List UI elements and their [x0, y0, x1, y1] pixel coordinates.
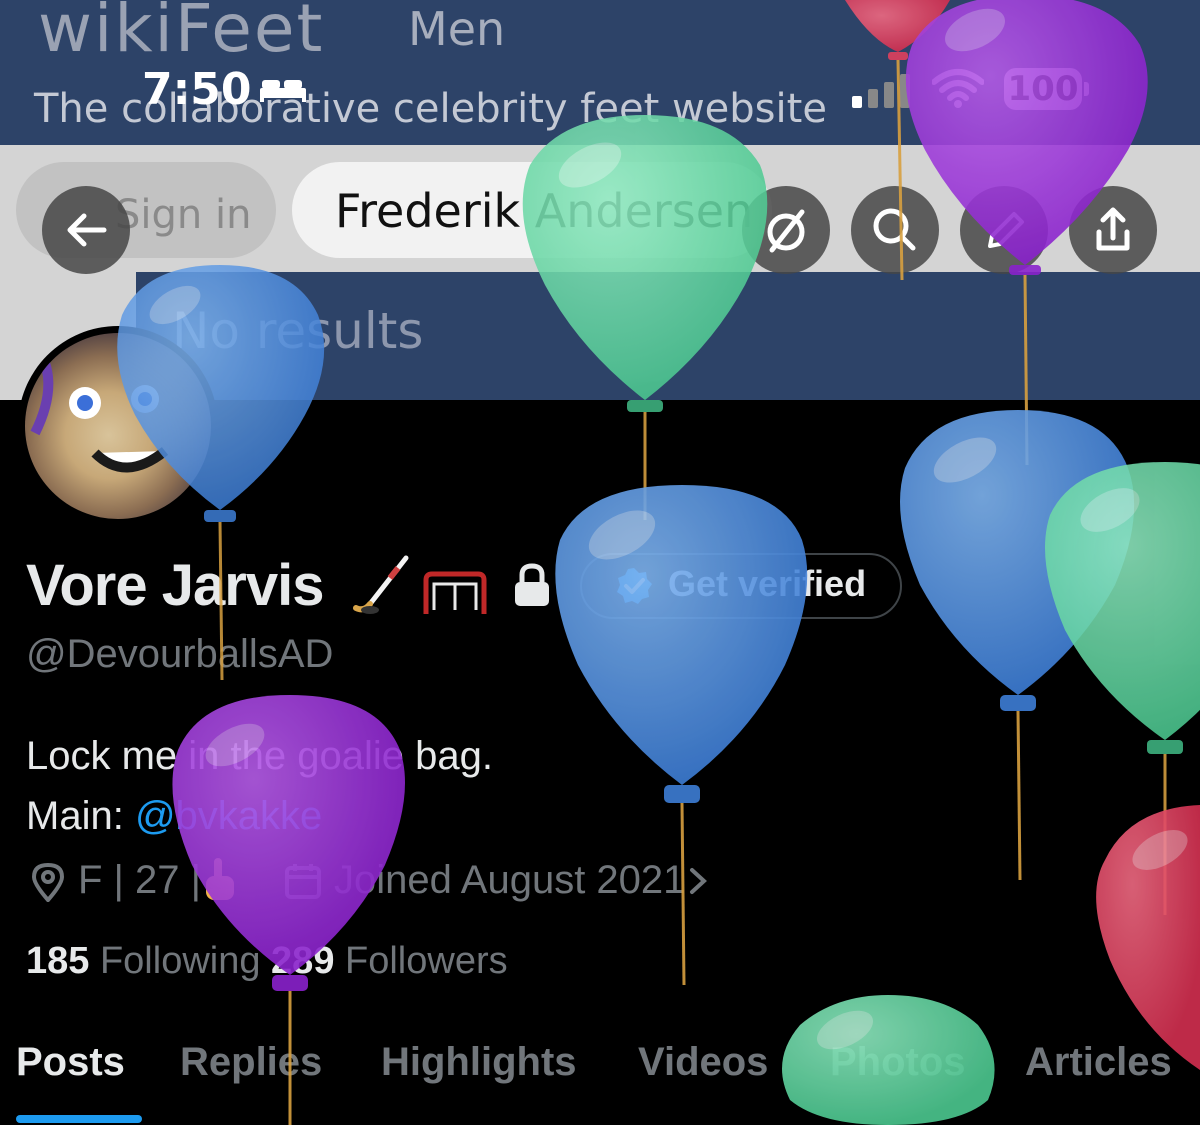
bio-main-line: Main: @bvkakke — [26, 786, 493, 846]
avatar[interactable] — [18, 326, 218, 526]
follow-counts: 185 Following 289 Followers — [26, 940, 508, 983]
tab-highlights[interactable]: Highlights — [381, 1040, 577, 1085]
tab-posts[interactable]: Posts — [16, 1040, 125, 1085]
tab-videos[interactable]: Videos — [638, 1040, 768, 1085]
verified-badge-icon — [617, 568, 652, 604]
hockey-stick-icon — [353, 555, 409, 614]
back-button[interactable] — [42, 186, 130, 274]
profile-joined-date: Joined August 2021 — [334, 858, 686, 902]
hockey-goal-icon — [423, 571, 487, 614]
tab-photos[interactable]: Photos — [830, 1040, 966, 1085]
active-tab-indicator — [16, 1115, 142, 1123]
no-results-label: No results — [172, 302, 424, 360]
followers-count: 289 — [271, 940, 335, 982]
battery-tip — [1084, 82, 1089, 96]
get-verified-label: Get verified — [668, 563, 867, 604]
edit-icon — [988, 212, 1024, 248]
following-label: Following — [89, 940, 272, 982]
search-button[interactable] — [851, 186, 939, 274]
tab-replies[interactable]: Replies — [180, 1040, 322, 1085]
balloon-blue-right — [900, 410, 1135, 881]
search-input-value[interactable]: Frederik Andersen — [335, 184, 753, 238]
location-pin-icon — [31, 862, 65, 902]
cellular-signal-icon — [852, 74, 910, 108]
followers-label: Followers — [334, 940, 508, 982]
edit-button[interactable] — [960, 186, 1048, 274]
hide-button[interactable] — [742, 186, 830, 274]
followers-link[interactable]: 289 Followers — [271, 940, 508, 982]
profile-name-row: Vore Jarvis — [26, 552, 324, 619]
balloon-green-right — [1045, 462, 1200, 915]
profile-bio: Lock me in the goalie bag. Main: @bvkakk… — [26, 726, 493, 846]
following-link[interactable]: 185 Following — [26, 940, 271, 982]
avatar-image — [25, 333, 211, 519]
wifi-icon — [932, 69, 984, 108]
sign-in-label: Sign in — [115, 192, 252, 238]
status-time: 7:50 — [142, 64, 252, 115]
site-logo-suffix: Men — [408, 2, 506, 56]
bio-main-label: Main: — [26, 794, 135, 838]
search-icon — [873, 208, 916, 251]
avatar-illustration — [30, 361, 169, 473]
share-button[interactable] — [1069, 186, 1157, 274]
profile-location: F | 27 | — [78, 858, 202, 902]
calendar-icon — [285, 864, 321, 899]
hide-icon — [767, 209, 805, 253]
back-arrow-icon — [67, 213, 107, 247]
share-icon — [1096, 207, 1130, 251]
sleep-focus-icon — [260, 80, 306, 102]
site-logo[interactable]: wikiFeet — [38, 0, 324, 67]
bio-main-link[interactable]: @bvkakke — [135, 794, 322, 838]
pointing-finger-icon — [206, 858, 234, 900]
tab-articles[interactable]: Articles — [1025, 1040, 1172, 1085]
display-name: Vore Jarvis — [26, 553, 324, 618]
bio-line: Lock me in the goalie bag. — [26, 734, 493, 778]
profile-handle: @DevourballsAD — [26, 632, 334, 676]
balloon-red-bottom — [1096, 805, 1200, 1070]
following-count: 185 — [26, 940, 90, 982]
lock-icon — [515, 563, 549, 606]
chevron-right-icon[interactable] — [686, 866, 710, 896]
battery-indicator: 100 — [1004, 68, 1082, 110]
